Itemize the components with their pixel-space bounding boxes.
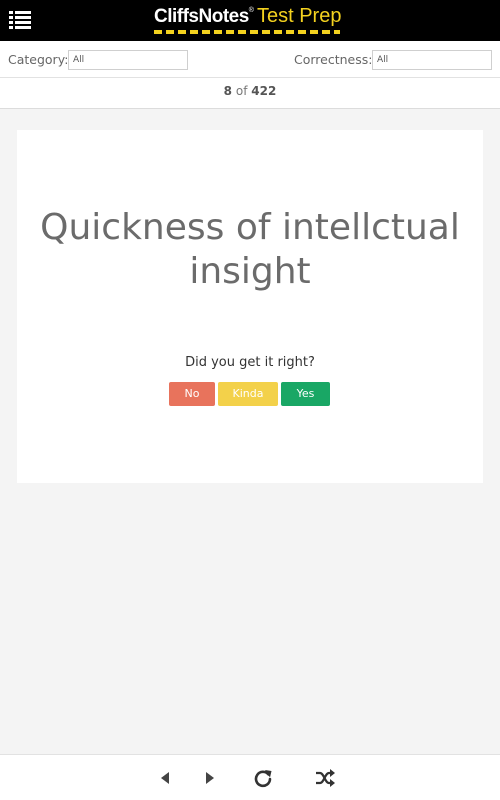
brand-registered-mark: ® [248, 7, 254, 14]
correctness-select-value: All [377, 55, 389, 65]
kinda-button[interactable]: Kinda [218, 382, 278, 406]
shuffle-icon[interactable] [314, 767, 336, 789]
card-term: Quickness of intellctual insight [40, 207, 460, 292]
category-label: Category: [8, 52, 69, 67]
top-app-bar: CliffsNotes® Test Prep [0, 0, 500, 41]
bottom-nav-bar [0, 754, 500, 800]
counter-separator: of [235, 84, 248, 98]
counter-total: 422 [251, 84, 277, 98]
brand-name: CliffsNotes [154, 6, 249, 27]
feedback-prompt: Did you get it right? [185, 355, 315, 370]
brand-logo: CliffsNotes® Test Prep [154, 5, 341, 37]
no-button[interactable]: No [169, 382, 215, 406]
filter-bar: Category: All Correctness: All [0, 41, 500, 78]
hamburger-menu-icon[interactable] [9, 10, 31, 29]
counter-current: 8 [223, 84, 233, 98]
brand-suffix: Test Prep [256, 5, 342, 27]
next-icon[interactable] [199, 767, 221, 789]
flashcard[interactable]: Quickness of intellctual insight Did you… [17, 130, 483, 483]
reload-icon[interactable] [252, 767, 274, 789]
card-counter: 8 of 422 [0, 78, 500, 109]
yes-button[interactable]: Yes [281, 382, 330, 406]
previous-icon[interactable] [154, 767, 176, 789]
correctness-label: Correctness: [294, 52, 373, 67]
correctness-select[interactable]: All [372, 50, 492, 70]
category-select[interactable]: All [68, 50, 188, 70]
category-select-value: All [73, 55, 85, 65]
brand-stripe [154, 30, 340, 34]
